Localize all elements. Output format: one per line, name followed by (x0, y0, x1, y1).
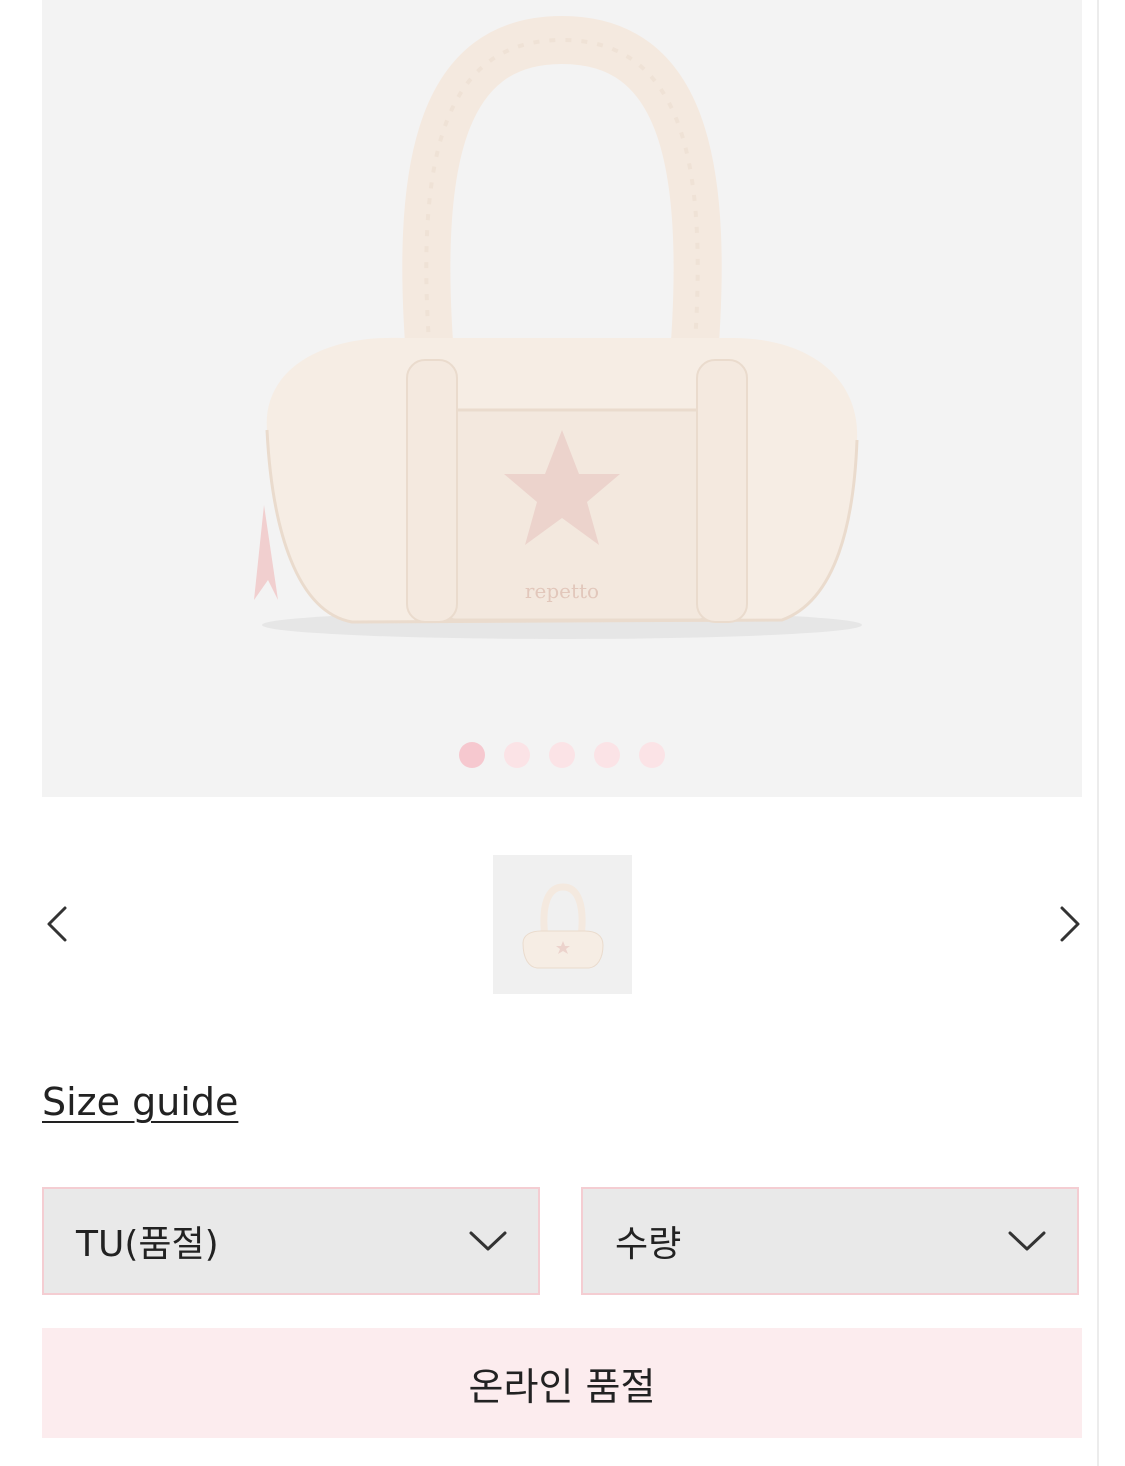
quantity-select-value: 수량 (615, 1224, 682, 1265)
quantity-select[interactable]: 수량 (581, 1187, 1079, 1295)
thumbnail-next-button[interactable] (1050, 900, 1090, 948)
chevron-left-icon (47, 906, 67, 942)
thumbnail-image[interactable] (493, 855, 632, 994)
product-image-carousel[interactable]: repetto (42, 0, 1082, 797)
sold-out-online-button[interactable]: 온라인 품절 (42, 1328, 1082, 1438)
size-guide-link[interactable]: Size guide (42, 1080, 238, 1124)
carousel-dot-2[interactable] (504, 742, 530, 768)
duffle-bag-image: repetto (254, 15, 862, 639)
chevron-down-icon (1005, 1219, 1049, 1263)
carousel-dots (42, 742, 1082, 768)
product-detail-page: repetto Size guide TU(품절) 수량 온라인 품절 (0, 0, 1125, 1466)
chevron-down-icon (466, 1219, 510, 1263)
svg-text:repetto: repetto (525, 579, 599, 603)
size-select-value: TU(품절) (76, 1224, 219, 1265)
size-select[interactable]: TU(품절) (42, 1187, 540, 1295)
carousel-dot-5[interactable] (639, 742, 665, 768)
chevron-right-icon (1060, 906, 1080, 942)
carousel-dot-4[interactable] (594, 742, 620, 768)
carousel-dot-1[interactable] (459, 742, 485, 768)
page-edge-divider (1097, 0, 1099, 1466)
thumbnail-prev-button[interactable] (37, 900, 77, 948)
carousel-dot-3[interactable] (549, 742, 575, 768)
duffle-bag-thumbnail-icon (522, 883, 604, 969)
